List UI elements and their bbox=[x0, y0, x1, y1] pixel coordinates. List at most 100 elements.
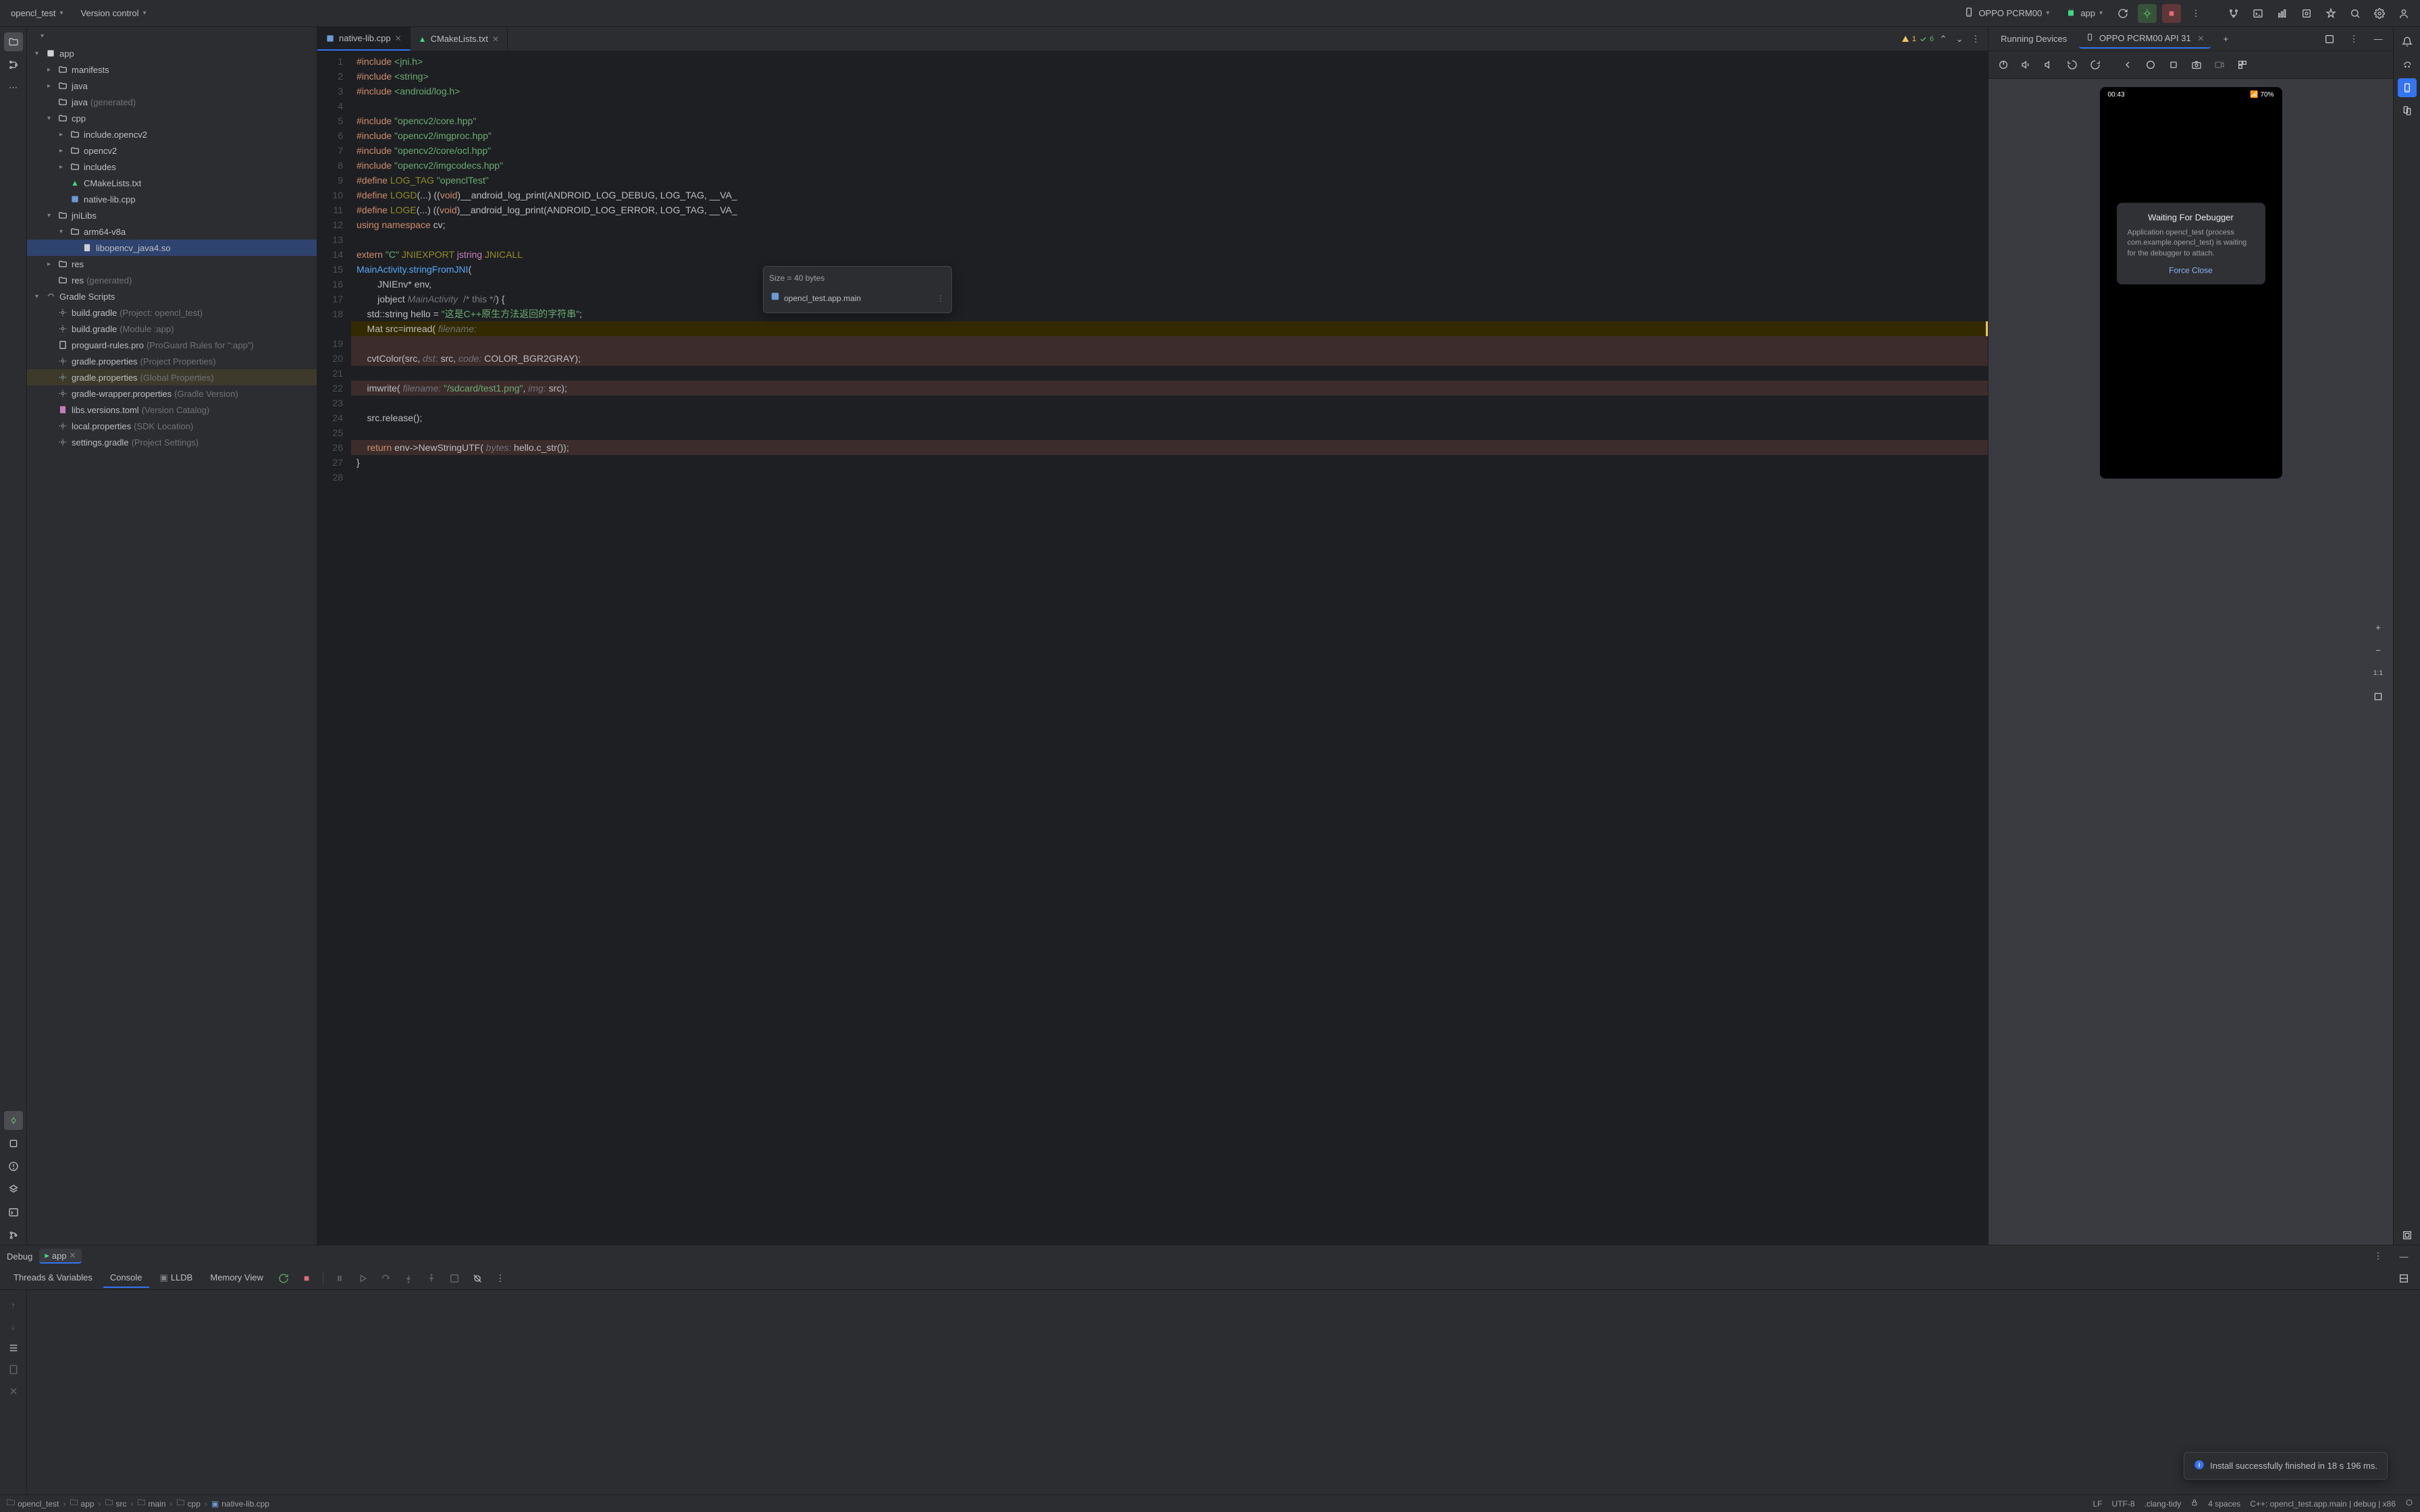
tree-item-includes[interactable]: ▸includes bbox=[27, 159, 317, 175]
tree-item-res[interactable]: ▸res bbox=[27, 256, 317, 272]
debug-toolbar-more-button[interactable]: ⋮ bbox=[491, 1269, 510, 1288]
vcs-tool-button[interactable] bbox=[4, 1226, 23, 1245]
rotate-right-button[interactable] bbox=[2086, 55, 2105, 74]
next-highlight-button[interactable]: ⌄ bbox=[1953, 32, 1966, 46]
tree-item-app[interactable]: ▾app bbox=[27, 45, 317, 61]
code-line[interactable]: jobject MainActivity /* this */) { bbox=[351, 292, 1988, 306]
code-line[interactable]: #include <android/log.h> bbox=[351, 84, 1988, 99]
add-device-button[interactable]: + bbox=[2216, 30, 2235, 49]
tree-item-java[interactable]: ▸java bbox=[27, 78, 317, 94]
export-threads-button[interactable] bbox=[4, 1360, 23, 1379]
breadcrumb-item[interactable]: 🗀 opencl_test bbox=[7, 1496, 59, 1511]
tree-item-jnilibs[interactable]: ▾jniLibs bbox=[27, 207, 317, 223]
close-icon[interactable]: ✕ bbox=[492, 34, 499, 44]
code-line[interactable]: return env->NewStringUTF( bytes: hello.c… bbox=[351, 440, 1988, 455]
tree-item-local-properties[interactable]: local.properties(SDK Location) bbox=[27, 418, 317, 434]
code-line[interactable] bbox=[351, 336, 1988, 351]
step-over-button[interactable] bbox=[376, 1269, 395, 1288]
tree-item-native-lib-cpp[interactable]: native-lib.cpp bbox=[27, 191, 317, 207]
close-icon[interactable]: ✕ bbox=[70, 1251, 76, 1260]
code-line[interactable]: #define LOGE(...) ((void)__android_log_p… bbox=[351, 202, 1988, 217]
tree-item-gradle-scripts[interactable]: ▾Gradle Scripts bbox=[27, 288, 317, 304]
code-line[interactable]: #include "opencv2/imgproc.hpp" bbox=[351, 128, 1988, 143]
search-everywhere-button[interactable] bbox=[2346, 4, 2365, 23]
code-line[interactable] bbox=[351, 366, 1988, 381]
code-line[interactable]: Mat src=imread( filename: bbox=[351, 321, 1988, 336]
code-editor[interactable]: 1234567891011121314151617181920212223242… bbox=[317, 51, 1988, 1245]
sync-button[interactable] bbox=[2113, 4, 2132, 23]
resume-button[interactable] bbox=[353, 1269, 372, 1288]
device-screen[interactable]: 00:43 📶 70% Waiting For Debugger Applica… bbox=[2100, 87, 2282, 479]
tree-item-proguard-rules-pro[interactable]: proguard-rules.pro(ProGuard Rules for ":… bbox=[27, 337, 317, 353]
code-line[interactable]: #include "opencv2/core/ocl.hpp" bbox=[351, 143, 1988, 158]
tree-item-java[interactable]: java(generated) bbox=[27, 94, 317, 110]
code-line[interactable]: } bbox=[351, 455, 1988, 470]
completion-popup[interactable]: Size = 40 bytes opencl_test.app.main ⋮ bbox=[763, 266, 952, 313]
breadcrumb-item[interactable]: 🗀 src bbox=[105, 1496, 126, 1511]
editor-tab-cmakelists-txt[interactable]: ▲CMakeLists.txt✕ bbox=[411, 27, 508, 51]
line-ending-indicator[interactable]: LF bbox=[2093, 1499, 2103, 1509]
problems-tool-button[interactable] bbox=[4, 1157, 23, 1176]
layout-settings-button[interactable] bbox=[2394, 1269, 2413, 1288]
code-line[interactable]: #include <jni.h> bbox=[351, 54, 1988, 69]
terminal-button[interactable] bbox=[2248, 4, 2267, 23]
zoom-in-button[interactable]: + bbox=[2369, 618, 2388, 637]
debug-tab-lldb[interactable]: ▣LLDB bbox=[153, 1268, 200, 1288]
project-tool-button[interactable] bbox=[4, 32, 23, 51]
force-close-button[interactable]: Force Close bbox=[2128, 266, 2255, 275]
screenshot-button[interactable] bbox=[2187, 55, 2206, 74]
vcs-selector[interactable]: Version control ▾ bbox=[77, 5, 151, 21]
more-vertical-icon[interactable]: ⋮ bbox=[937, 291, 945, 306]
stop-debug-button[interactable] bbox=[297, 1269, 316, 1288]
more-tool-button[interactable]: ⋯ bbox=[4, 78, 23, 97]
layout-inspector-button[interactable] bbox=[2398, 1226, 2417, 1245]
editor-tab-native-lib-cpp[interactable]: native-lib.cpp✕ bbox=[317, 27, 411, 51]
assistant-button[interactable] bbox=[2321, 4, 2340, 23]
gradle-button[interactable] bbox=[2398, 55, 2417, 74]
tree-item-gradle-properties[interactable]: gradle.properties(Project Properties) bbox=[27, 353, 317, 369]
settings-button[interactable] bbox=[2370, 4, 2389, 23]
tree-item-settings-gradle[interactable]: settings.gradle(Project Settings) bbox=[27, 434, 317, 450]
context-indicator[interactable]: C++: opencl_test.app.main | debug | x86 bbox=[2250, 1499, 2396, 1509]
device-power-button[interactable] bbox=[1994, 55, 2013, 74]
code-line[interactable]: src.release(); bbox=[351, 410, 1988, 425]
debug-tab-console[interactable]: Console bbox=[103, 1268, 149, 1288]
breadcrumb-item[interactable]: 🗀 main bbox=[137, 1496, 165, 1511]
frames-up-button[interactable]: ↑ bbox=[4, 1295, 23, 1314]
encoding-indicator[interactable]: UTF-8 bbox=[2112, 1499, 2135, 1509]
structure-tool-button[interactable] bbox=[4, 55, 23, 74]
breadcrumb-item[interactable]: 🗀 cpp bbox=[177, 1496, 201, 1511]
tree-item-manifests[interactable]: ▸manifests bbox=[27, 61, 317, 78]
app-inspection-button[interactable] bbox=[2297, 4, 2316, 23]
debug-button[interactable] bbox=[2138, 4, 2157, 23]
code-line[interactable]: #define LOG_TAG "openclTest" bbox=[351, 173, 1988, 188]
step-out-button[interactable] bbox=[422, 1269, 441, 1288]
success-badge[interactable]: 6 bbox=[1919, 35, 1934, 43]
home-button[interactable] bbox=[2141, 55, 2160, 74]
frames-down-button[interactable]: ↓ bbox=[4, 1317, 23, 1336]
clear-button[interactable] bbox=[4, 1382, 23, 1401]
code-line[interactable]: #include <string> bbox=[351, 69, 1988, 84]
account-button[interactable] bbox=[2394, 4, 2413, 23]
pause-button[interactable] bbox=[330, 1269, 349, 1288]
code-line[interactable]: MainActivity.stringFromJNI( bbox=[351, 262, 1988, 277]
tree-item-libopencv-java4-so[interactable]: libopencv_java4.so bbox=[27, 240, 317, 256]
volume-up-button[interactable] bbox=[2017, 55, 2036, 74]
device-manager-button[interactable] bbox=[2398, 101, 2417, 120]
tree-item-opencv2[interactable]: ▸opencv2 bbox=[27, 142, 317, 159]
code-line[interactable]: #define LOGD(...) ((void)__android_log_p… bbox=[351, 188, 1988, 202]
code-line[interactable] bbox=[351, 99, 1988, 113]
debug-tab-threads---variables[interactable]: Threads & Variables bbox=[7, 1268, 99, 1288]
code-line[interactable]: #include "opencv2/imgcodecs.hpp" bbox=[351, 158, 1988, 173]
breadcrumb-item[interactable]: 🗀 app bbox=[70, 1496, 94, 1511]
mute-breakpoints-button[interactable] bbox=[468, 1269, 487, 1288]
running-devices-tab[interactable]: Running Devices bbox=[1994, 30, 2074, 48]
tree-item-cpp[interactable]: ▾cpp bbox=[27, 110, 317, 126]
device-tab[interactable]: OPPO PCRM00 API 31 ✕ bbox=[2079, 29, 2211, 49]
tree-item-cmakelists-txt[interactable]: ▲CMakeLists.txt bbox=[27, 175, 317, 191]
evaluate-button[interactable] bbox=[445, 1269, 464, 1288]
debug-tab-memory-view[interactable]: Memory View bbox=[203, 1268, 270, 1288]
record-button[interactable] bbox=[2210, 55, 2229, 74]
code-line[interactable]: using namespace cv; bbox=[351, 217, 1988, 232]
warning-badge[interactable]: 1 bbox=[1901, 35, 1916, 43]
